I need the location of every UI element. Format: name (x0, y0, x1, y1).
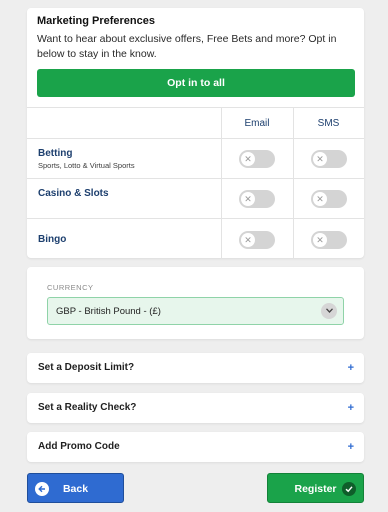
currency-label: CURRENCY (47, 283, 94, 292)
reality-check-accordion[interactable]: Set a Reality Check? + (27, 393, 364, 423)
preference-label-bingo: Bingo (38, 234, 67, 245)
close-icon: ✕ (313, 233, 327, 247)
back-button[interactable]: Back (27, 473, 124, 503)
close-icon: ✕ (241, 192, 255, 206)
plus-icon: + (347, 441, 354, 453)
preference-row-casino: Casino & Slots ✕ ✕ (27, 179, 364, 219)
currency-select[interactable]: GBP - British Pound - (£) (47, 297, 344, 325)
preference-label-betting: Betting (38, 148, 73, 159)
column-divider (221, 179, 222, 218)
betting-email-toggle[interactable]: ✕ (239, 150, 275, 168)
betting-sms-toggle[interactable]: ✕ (311, 150, 347, 168)
sms-column-header: SMS (317, 118, 340, 129)
opt-in-all-button[interactable]: Opt in to all (37, 69, 355, 97)
bingo-sms-toggle[interactable]: ✕ (311, 231, 347, 249)
promo-code-label: Add Promo Code (38, 441, 120, 452)
email-column-header: Email (244, 118, 270, 129)
close-icon: ✕ (313, 152, 327, 166)
plus-icon: + (347, 402, 354, 414)
casino-sms-toggle[interactable]: ✕ (311, 190, 347, 208)
preferences-table: Email SMS Betting Sports, Lotto & Virtua… (27, 107, 364, 259)
close-icon: ✕ (313, 192, 327, 206)
preference-row-betting: Betting Sports, Lotto & Virtual Sports ✕… (27, 139, 364, 179)
chevron-down-icon (321, 303, 337, 319)
preference-sublabel-betting: Sports, Lotto & Virtual Sports (38, 161, 135, 170)
promo-code-accordion[interactable]: Add Promo Code + (27, 432, 364, 462)
check-icon (342, 482, 356, 496)
column-divider (293, 219, 294, 259)
column-divider (293, 179, 294, 218)
column-divider (221, 219, 222, 259)
currency-selected-value: GBP - British Pound - (£) (56, 306, 161, 317)
marketing-preferences-card: Marketing Preferences Want to hear about… (27, 8, 364, 259)
register-button[interactable]: Register (267, 473, 364, 503)
close-icon: ✕ (241, 233, 255, 247)
preference-row-bingo: Bingo ✕ ✕ (27, 219, 364, 259)
casino-email-toggle[interactable]: ✕ (239, 190, 275, 208)
back-button-label: Back (62, 483, 89, 495)
marketing-description: Want to hear about exclusive offers, Fre… (37, 33, 337, 60)
column-divider (221, 139, 222, 178)
bingo-email-toggle[interactable]: ✕ (239, 231, 275, 249)
preference-label-casino: Casino & Slots (38, 188, 109, 199)
close-icon: ✕ (241, 152, 255, 166)
preferences-header-row: Email SMS (27, 108, 364, 139)
deposit-limit-accordion[interactable]: Set a Deposit Limit? + (27, 353, 364, 383)
marketing-title: Marketing Preferences (37, 15, 155, 27)
currency-card: CURRENCY GBP - British Pound - (£) (27, 267, 364, 339)
plus-icon: + (347, 362, 354, 374)
deposit-limit-label: Set a Deposit Limit? (38, 362, 135, 373)
column-divider (293, 139, 294, 178)
reality-check-label: Set a Reality Check? (38, 402, 137, 413)
